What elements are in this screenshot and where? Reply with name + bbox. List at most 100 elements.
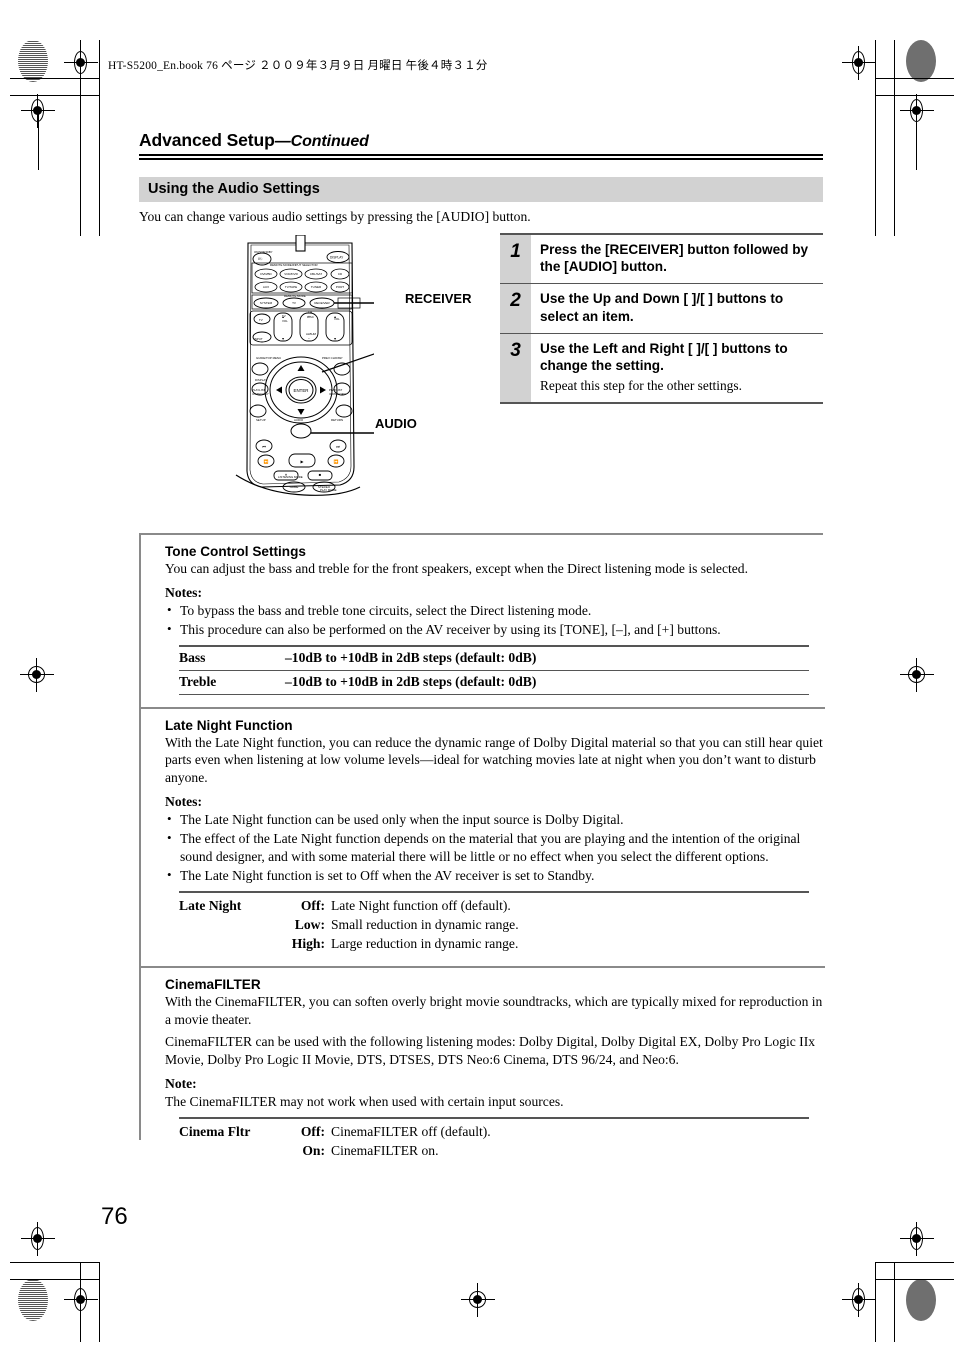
crop-line [10,1262,100,1263]
svg-text:DISPLAY: DISPLAY [255,378,267,382]
setting-name: Late Night [179,897,242,913]
svg-text:TV/TAPE: TV/TAPE [285,285,297,289]
option-key: Low: [294,917,325,933]
setting-name-spacer [179,1141,285,1160]
screen-blob-bottom-left [18,1279,48,1321]
screen-blob-top-left [18,40,48,82]
crop-line [916,110,917,170]
svg-text:−: − [308,337,310,341]
screen-blob-bottom-right [906,1279,936,1321]
procedure-steps-table: 1 Press the [RECEIVER] button followed b… [500,232,823,405]
svg-text:AUX: AUX [263,285,269,289]
svg-text:LISTENING MODE: LISTENING MODE [278,475,303,479]
svg-text:RETURN: RETURN [331,418,343,422]
registration-mark-bottom-left [64,1283,98,1317]
svg-text:▲: ▲ [281,315,284,319]
svg-text:DISPLAY: DISPLAY [330,255,344,259]
section-intro: You can change various audio settings by… [139,208,531,224]
tone-control-body: You can adjust the bass and treble for t… [165,561,748,576]
step-body: Press the [RECEIVER] button followed by … [531,235,823,284]
setting-name-spacer [179,915,285,934]
note-item: The Late Night function can be used only… [165,810,823,829]
table-row: Low: Small reduction in dynamic range. [179,915,809,934]
step-row: 3 Use the Left and Right [ ]/[ ] buttons… [500,334,823,403]
page-title-main: Advanced Setup [139,130,275,150]
svg-text:VCR/DVR: VCR/DVR [284,272,298,276]
registration-mark-bottom-center [461,1283,495,1317]
cinema-filter-heading: CinemaFILTER [165,976,261,992]
crop-line [875,1262,954,1263]
svg-text:SETUP: SETUP [256,418,266,422]
step-number: 3 [500,334,531,403]
late-night-options-table: Late Night Off: Late Night function off … [179,890,809,954]
svg-text:CBL/SAT: CBL/SAT [310,272,322,276]
setting-name: Treble [179,673,217,689]
svg-text:⏭: ⏭ [336,444,340,449]
registration-mark-mid-left [20,658,54,692]
crop-line [38,110,39,170]
page-title-continued: —Continued [274,133,369,150]
cinema-filter-body-1: With the CinemaFILTER, you can soften ov… [165,993,823,1027]
setting-value: –10dB to +10dB in 2dB steps (default: 0d… [285,673,537,689]
option-description: CinemaFILTER off (default). [331,1123,491,1139]
svg-text:ALBUM: ALBUM [306,332,317,336]
svg-text:PORT: PORT [336,285,344,289]
step-subtext: Repeat this step for the other settings. [540,377,742,393]
svg-text:AUDIO: AUDIO [294,418,304,422]
procedure-block: ON/STANDBY REMOTE MODE/INPUT SELECTOR RE… [139,232,823,518]
svg-text:TUNER: TUNER [311,285,322,289]
svg-text:⏪: ⏪ [264,459,269,464]
svg-text:▼: ▼ [333,337,336,341]
svg-text:VOL: VOL [282,319,288,323]
svg-text:TV: TV [292,301,296,305]
remote-control-svg: ON/STANDBY REMOTE MODE/INPUT SELECTOR RE… [235,234,374,496]
svg-text:ENTER: ENTER [294,388,309,393]
step-heading: Press the [RECEIVER] button followed by … [540,241,809,274]
cinema-filter-note-label: Note: [165,1075,197,1091]
option-description: Late Night function off (default). [331,897,511,913]
option-description: CinemaFILTER on. [331,1142,439,1158]
print-file-info-bar: HT-S5200_En.book 76 ページ ２００９年３月９日 月曜日 午後… [108,60,488,72]
page-number: 76 [101,1203,128,1230]
registration-mark-lower-left [21,1222,55,1256]
note-item: This procedure can also be performed on … [165,620,823,639]
tone-control-notes-label: Notes: [165,584,202,600]
registration-mark-mid-right [900,658,934,692]
tone-control-section: Tone Control Settings You can adjust the… [165,544,823,695]
callout-audio-label: AUDIO [375,415,417,431]
svg-text:GAME: GAME [290,485,299,489]
setting-name-spacer [179,934,285,953]
svg-text:REMOTE MODE/INPUT SELECTOR: REMOTE MODE/INPUT SELECTOR [270,263,318,267]
table-row: On: CinemaFILTER on. [179,1141,809,1160]
crop-line [99,40,100,236]
svg-text:RECEIVER: RECEIVER [314,301,330,305]
remote-control-illustration: ON/STANDBY REMOTE MODE/INPUT SELECTOR RE… [234,234,374,505]
step-number: 2 [500,284,531,334]
setting-name: Bass [179,649,206,665]
note-item: The effect of the Late Night function de… [165,829,823,866]
option-description: Small reduction in dynamic range. [331,917,519,933]
section-divider [141,706,825,709]
cinema-filter-options-table: Cinema Fltr Off: CinemaFILTER off (defau… [179,1116,809,1161]
note-item: To bypass the bass and treble tone circu… [165,601,823,620]
cinema-filter-section: CinemaFILTER With the CinemaFILTER, you … [165,977,823,1161]
screen-blob-top-right [906,40,936,82]
late-night-section: Late Night Function With the Late Night … [165,718,823,954]
svg-text:+: + [308,315,310,319]
option-key: On: [302,1142,325,1158]
svg-text:STEREO: STEREO [318,485,331,489]
table-row: Late Night Off: Late Night function off … [179,896,809,915]
setting-name: Cinema Fltr [179,1123,251,1139]
crop-line [10,1279,100,1280]
tone-control-notes-list: To bypass the bass and treble tone circu… [165,601,823,639]
step-body: Use the Left and Right [ ]/[ ] buttons t… [531,334,823,402]
registration-mark-bottom-right [842,1283,876,1317]
option-key: Off: [300,897,325,913]
table-row: High: Large reduction in dynamic range. [179,934,809,953]
svg-text:GUIDE/TOP MENU: GUIDE/TOP MENU [256,356,281,360]
callout-receiver-label: RECEIVER [405,290,472,306]
step-heading: Use the Left and Right [ ]/[ ] buttons t… [540,341,788,374]
svg-text:I/⎋: I/⎋ [258,257,263,261]
setting-value: –10dB to +10dB in 2dB steps (default: 0d… [285,649,537,665]
title-rules [139,154,823,160]
